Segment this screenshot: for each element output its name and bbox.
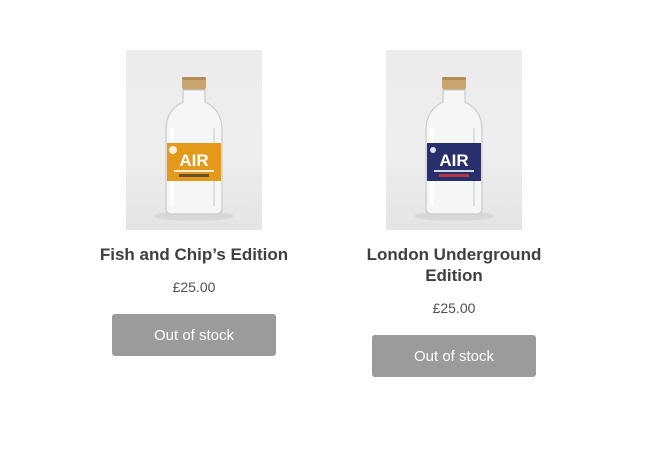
product-title[interactable]: London Underground Edition [344, 244, 564, 286]
product-grid: AIR Fish and Chip’s Edition £25.00 Out o… [64, 50, 584, 390]
bottle-icon: AIR [154, 77, 234, 221]
product-title[interactable]: Fish and Chip’s Edition [84, 244, 304, 265]
out-of-stock-button[interactable]: Out of stock [372, 335, 536, 377]
product-card-fish-and-chips: AIR Fish and Chip’s Edition £25.00 Out o… [64, 50, 324, 356]
bottle-label-text: AIR [439, 151, 468, 170]
product-image-fish-and-chips[interactable]: AIR [126, 50, 262, 230]
product-card-london-underground: AIR London Underground Edition £25.00 Ou… [324, 50, 584, 377]
out-of-stock-button[interactable]: Out of stock [112, 314, 276, 356]
bottle-label-text: AIR [179, 151, 208, 170]
product-image-london-underground[interactable]: AIR [386, 50, 522, 230]
product-price: £25.00 [432, 300, 476, 316]
product-price: £25.00 [172, 279, 216, 295]
bottle-icon: AIR [414, 77, 494, 221]
